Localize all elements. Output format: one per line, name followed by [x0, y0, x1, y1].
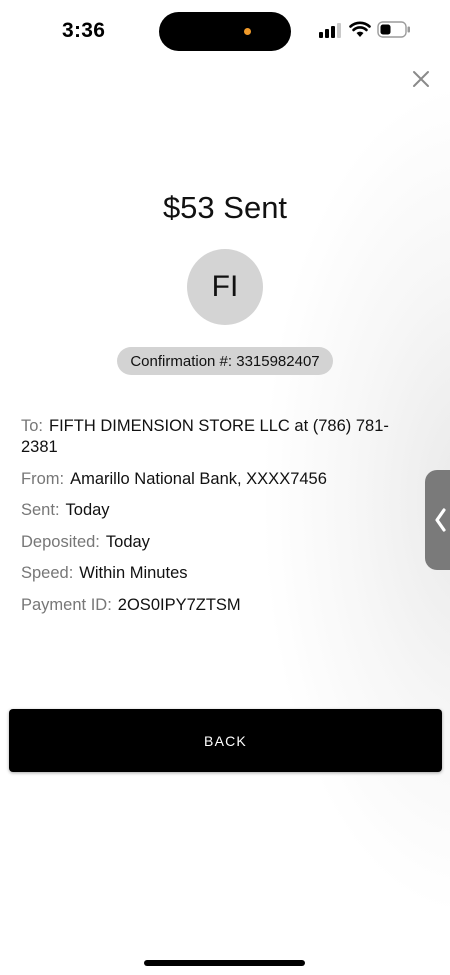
dynamic-island	[159, 12, 291, 51]
amount-sent-title: $53 Sent	[162, 190, 288, 225]
detail-value: Within Minutes	[79, 564, 188, 582]
close-button[interactable]	[408, 66, 434, 92]
detail-label: To:	[21, 417, 44, 435]
payment-details: To: FIFTH DIMENSION STORE LLC at (786) 78…	[21, 416, 421, 626]
side-panel-tab[interactable]	[425, 470, 450, 570]
home-indicator[interactable]	[144, 960, 305, 966]
payment-confirmation-screen: 3:36 $53 Sent FI Confirmation #: 3315982…	[0, 0, 450, 975]
detail-label: From:	[21, 469, 65, 488]
battery-icon	[377, 21, 411, 38]
detail-row-to: To: FIFTH DIMENSION STORE LLC at (786) 78…	[21, 416, 421, 458]
detail-row-deposited: Deposited: Today	[21, 532, 421, 553]
detail-row-speed: Speed: Within Minutes	[21, 563, 421, 584]
close-icon	[413, 71, 429, 87]
back-button[interactable]: BACK	[9, 709, 442, 772]
confirmation-number-badge: Confirmation #: 3315982407	[117, 347, 333, 375]
signal-icon	[319, 22, 343, 38]
chevron-left-icon	[435, 508, 446, 532]
detail-value: 2OS0IPY7ZTSM	[117, 595, 241, 614]
wifi-icon	[349, 20, 371, 38]
detail-row-sent: Sent: Today	[21, 500, 421, 521]
detail-label: Payment ID:	[21, 595, 112, 614]
detail-label: Deposited:	[21, 532, 100, 551]
detail-value: FIFTH DIMENSION STORE LLC at (786) 781-2…	[21, 417, 389, 456]
privacy-indicator-dot	[244, 28, 251, 35]
detail-label: Speed:	[21, 564, 74, 582]
detail-row-from: From: Amarillo National Bank, XXXX7456	[21, 469, 421, 490]
detail-value: Amarillo National Bank, XXXX7456	[70, 469, 327, 488]
detail-label: Sent:	[21, 501, 60, 519]
recipient-avatar: FI	[187, 249, 263, 325]
detail-row-payment-id: Payment ID: 2OS0IPY7ZTSM	[21, 595, 421, 616]
status-time: 3:36	[62, 19, 106, 42]
detail-value: Today	[105, 532, 150, 551]
detail-value: Today	[65, 501, 110, 519]
